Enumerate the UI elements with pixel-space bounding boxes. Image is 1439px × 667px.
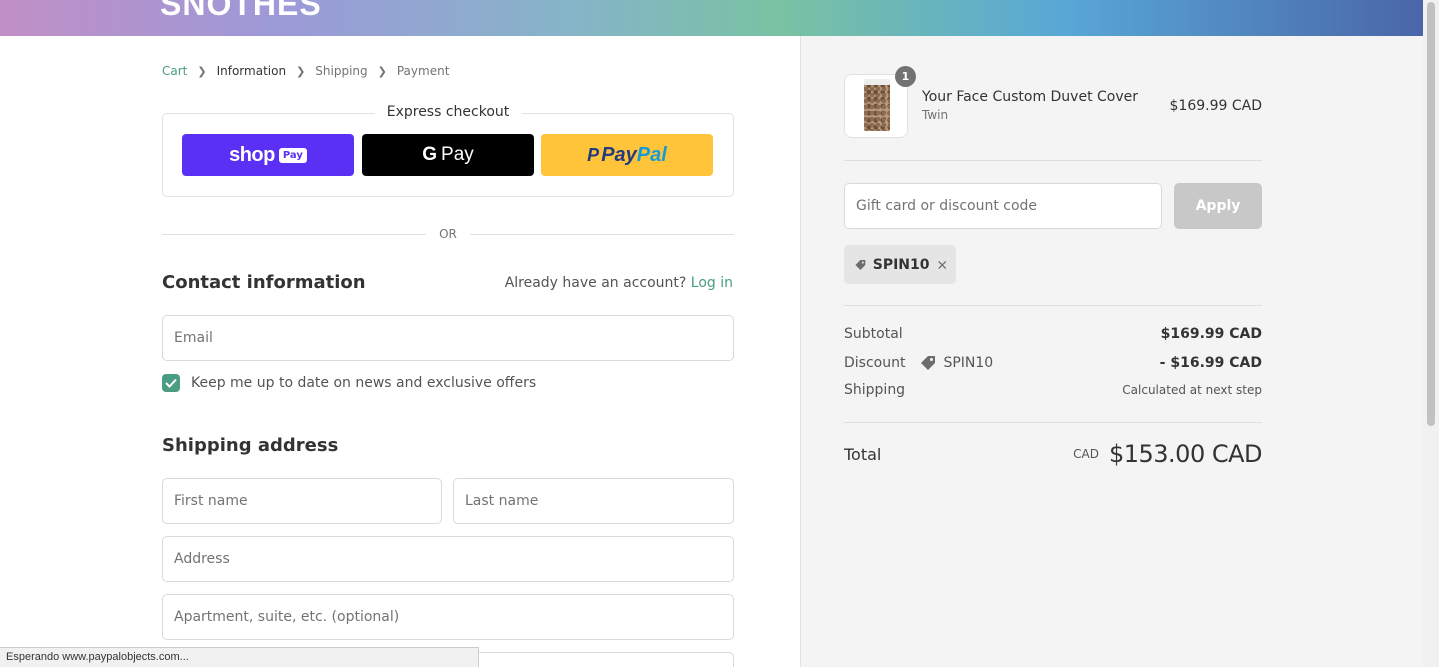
paypal-icon: P — [587, 144, 600, 165]
shipping-address-title: Shipping address — [162, 435, 339, 456]
checkmark-icon — [165, 378, 177, 388]
paypal-text-pay: Pay — [601, 143, 637, 166]
applied-discount-tag: SPIN10 — [844, 245, 956, 284]
shipping-row: Shipping Calculated at next step — [844, 382, 1262, 398]
tag-icon — [921, 356, 936, 370]
total-amount: $153.00 CAD — [1108, 440, 1263, 468]
address-field[interactable] — [162, 536, 734, 582]
apartment-input[interactable] — [163, 595, 733, 639]
quantity-badge: 1 — [895, 66, 916, 87]
subtotal-value: $169.99 CAD — [1160, 326, 1262, 342]
shipping-label: Shipping — [844, 382, 906, 398]
subtotal-row: Subtotal $169.99 CAD — [844, 326, 1262, 342]
product-variant: Twin — [922, 108, 949, 122]
contact-information-title: Contact information — [162, 272, 366, 293]
shipping-value: Calculated at next step — [1122, 383, 1262, 397]
newsletter-checkbox[interactable] — [162, 374, 180, 392]
divider — [844, 422, 1262, 423]
tag-icon — [855, 259, 866, 270]
applied-code-text: SPIN10 — [872, 256, 930, 273]
divider — [844, 305, 1262, 306]
apartment-field[interactable] — [162, 594, 734, 640]
google-pay-button[interactable]: G Pay — [362, 134, 534, 176]
account-prompt-text: Already have an account? — [504, 275, 687, 291]
breadcrumb-cart[interactable]: Cart — [162, 64, 187, 78]
breadcrumb-information: Information — [216, 64, 287, 78]
divider-line — [470, 234, 734, 235]
google-g-icon: G — [422, 144, 438, 165]
total-currency: CAD — [1073, 447, 1099, 461]
browser-status-bar: Esperando www.paypalobjects.com... — [0, 647, 479, 667]
remove-code-icon[interactable] — [937, 259, 947, 271]
paypal-button[interactable]: P Pay Pal — [541, 134, 713, 176]
apply-discount-button[interactable]: Apply — [1174, 183, 1262, 229]
newsletter-option[interactable]: Keep me up to date on news and exclusive… — [162, 374, 536, 392]
product-name: Your Face Custom Duvet Cover — [922, 89, 1139, 105]
last-name-field[interactable] — [453, 478, 734, 524]
pillow-image — [864, 79, 890, 85]
google-pay-text: Pay — [441, 144, 474, 165]
discount-value: - $16.99 CAD — [1159, 355, 1262, 371]
account-prompt: Already have an account? Log in — [505, 275, 733, 291]
store-banner: SNOTHES — [0, 0, 1423, 36]
address-input[interactable] — [163, 537, 733, 581]
first-name-input[interactable] — [163, 479, 441, 523]
discount-label: Discount — [844, 355, 906, 371]
or-text: OR — [439, 227, 457, 241]
scrollbar[interactable] — [1423, 0, 1439, 667]
login-link[interactable]: Log in — [691, 275, 733, 291]
discount-code-input[interactable] — [845, 184, 1161, 228]
paypal-text-pal: Pal — [636, 143, 667, 166]
email-input[interactable] — [163, 316, 733, 360]
divider-line — [162, 234, 426, 235]
discount-label-group: Discount SPIN10 — [844, 354, 993, 372]
or-divider: OR — [162, 226, 734, 242]
shop-pay-button[interactable]: shop Pay — [182, 134, 354, 176]
total-price-group: CAD $153.00 CAD — [1073, 440, 1262, 468]
total-row: Total CAD $153.00 CAD — [844, 440, 1263, 468]
first-name-field[interactable] — [162, 478, 442, 524]
breadcrumb-payment: Payment — [396, 64, 450, 78]
divider — [844, 160, 1262, 161]
chevron-right-icon: ❯ — [197, 64, 207, 78]
duvet-image — [864, 81, 890, 131]
shop-pay-badge: Pay — [278, 147, 307, 163]
newsletter-label: Keep me up to date on news and exclusive… — [191, 375, 537, 391]
discount-code: SPIN10 — [943, 355, 994, 371]
breadcrumb: Cart ❯ Information ❯ Shipping ❯ Payment — [162, 64, 449, 78]
product-price: $169.99 CAD — [1169, 98, 1262, 114]
chevron-right-icon: ❯ — [296, 64, 306, 78]
last-name-input[interactable] — [454, 479, 733, 523]
shop-pay-logo-text: shop — [229, 143, 275, 166]
scrollbar-thumb[interactable] — [1427, 2, 1435, 426]
discount-row: Discount SPIN10 - $16.99 CAD — [844, 354, 1262, 372]
express-checkout-title: Express checkout — [374, 104, 522, 120]
email-field[interactable] — [162, 315, 734, 361]
store-logo[interactable]: SNOTHES — [160, 0, 322, 23]
discount-code-field[interactable] — [844, 183, 1162, 229]
breadcrumb-shipping: Shipping — [315, 64, 368, 78]
express-checkout: Express checkout shop Pay G Pay P Pay Pal — [162, 104, 734, 197]
total-label: Total — [844, 444, 882, 464]
chevron-right-icon: ❯ — [377, 64, 387, 78]
subtotal-label: Subtotal — [844, 326, 903, 342]
